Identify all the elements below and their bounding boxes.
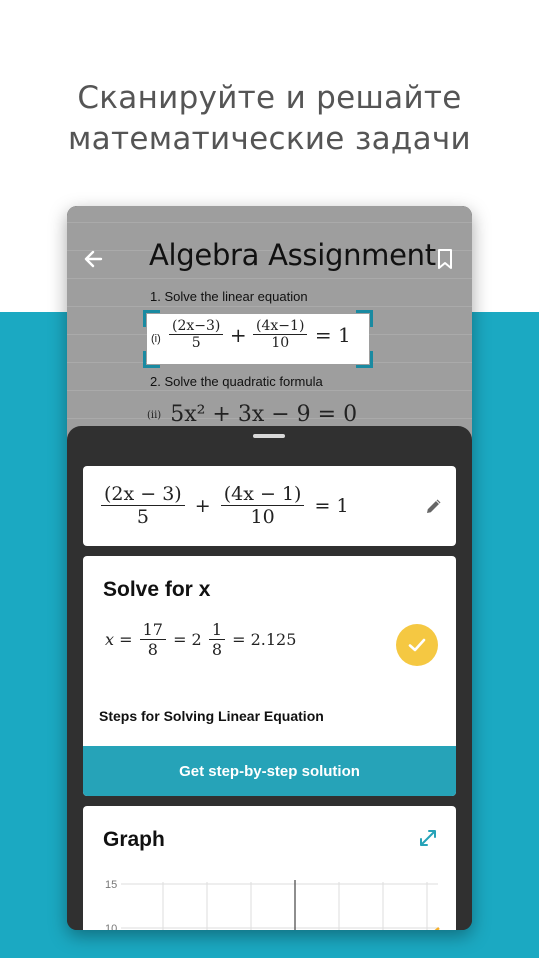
solve-title: Solve for x bbox=[103, 578, 211, 601]
scan-corner-top-right bbox=[356, 310, 373, 327]
solve-card: Solve for x x = 17 8 = 2 1 8 = 2.125 Ste… bbox=[83, 556, 456, 796]
sol-frac-1-den: 8 bbox=[147, 640, 158, 659]
eq-rhs: = 1 bbox=[314, 494, 349, 517]
y-tick-15: 15 bbox=[105, 879, 117, 891]
graph-plot[interactable]: 15 10 bbox=[83, 872, 456, 930]
steps-label: Steps for Solving Linear Equation bbox=[99, 708, 324, 724]
solution-fraction-2: 1 8 bbox=[208, 620, 226, 659]
graph-card[interactable]: Graph 15 10 bbox=[83, 806, 456, 930]
question-2-label: (ii) bbox=[147, 409, 162, 421]
arrow-left-icon bbox=[84, 250, 103, 268]
scan-plus: + bbox=[229, 322, 247, 347]
back-button[interactable] bbox=[81, 246, 107, 272]
question-2-expression: (ii) 5x² + 3x − 9 = 0 bbox=[147, 402, 357, 427]
question-2-equation: 5x² + 3x − 9 = 0 bbox=[170, 402, 358, 427]
verified-badge bbox=[396, 624, 438, 666]
scan-frac-1-den: 5 bbox=[191, 335, 201, 351]
scan-corner-bottom-left bbox=[143, 351, 160, 368]
sol-frac-2-num: 1 bbox=[211, 620, 223, 639]
solution-result: = 2.125 bbox=[232, 630, 297, 649]
eq-frac-1-num: (2x − 3) bbox=[104, 483, 182, 505]
scan-fraction-1: (2x−3) 5 bbox=[169, 318, 224, 351]
headline-line-2: математические задачи bbox=[67, 121, 471, 157]
bookmark-button[interactable] bbox=[437, 248, 453, 270]
y-tick-10: 10 bbox=[105, 923, 117, 930]
graph-title: Graph bbox=[103, 828, 165, 851]
scanned-paper: Algebra Assignment 1. Solve the linear e… bbox=[67, 206, 472, 446]
solution-mixed-whole: = 2 bbox=[173, 630, 202, 649]
eq-frac-2-den: 10 bbox=[250, 506, 275, 528]
sol-frac-2-den: 8 bbox=[211, 640, 223, 659]
scan-corner-bottom-right bbox=[356, 351, 373, 368]
eq-fraction-2: (4x − 1) 10 bbox=[220, 483, 305, 528]
edit-button[interactable] bbox=[424, 496, 444, 516]
assignment-title: Algebra Assignment bbox=[149, 238, 436, 272]
equation-card[interactable]: (2x − 3) 5 + (4x − 1) 10 = 1 bbox=[83, 466, 456, 546]
recognized-equation: (2x − 3) 5 + (4x − 1) 10 = 1 bbox=[101, 483, 353, 528]
bookmark-icon bbox=[438, 249, 452, 269]
eq-plus: + bbox=[194, 494, 211, 517]
question-2-text: 2. Solve the quadratic formula bbox=[150, 374, 323, 389]
scan-frac-1-num: (2x−3) bbox=[172, 318, 221, 334]
scan-rhs: = 1 bbox=[314, 322, 351, 347]
headline: Сканируйте и решайте математические зада… bbox=[0, 78, 539, 160]
phone-screen: Algebra Assignment 1. Solve the linear e… bbox=[67, 206, 472, 930]
headline-line-1: Сканируйте и решайте bbox=[77, 80, 462, 116]
scan-corner-top-left bbox=[143, 310, 160, 327]
sol-frac-1-num: 17 bbox=[142, 620, 163, 639]
scan-frac-2-num: (4x−1) bbox=[256, 318, 305, 334]
scanned-equation: (2x−3) 5 + (4x−1) 10 = 1 bbox=[169, 318, 351, 351]
eq-fraction-1: (2x − 3) 5 bbox=[101, 483, 185, 528]
eq-frac-2-num: (4x − 1) bbox=[223, 483, 302, 505]
expand-graph-button[interactable] bbox=[418, 828, 438, 848]
check-icon bbox=[408, 638, 426, 652]
question-1-text: 1. Solve the linear equation bbox=[150, 289, 308, 304]
eq-frac-1-den: 5 bbox=[136, 506, 149, 528]
graph-gridlines bbox=[121, 882, 438, 930]
scan-selection-box[interactable]: (i) (2x−3) 5 + (4x−1) 10 = 1 bbox=[143, 310, 373, 368]
solution-fraction-1: 17 8 bbox=[139, 620, 166, 659]
solution-expression: x = 17 8 = 2 1 8 = 2.125 bbox=[103, 620, 298, 659]
drag-handle[interactable] bbox=[253, 434, 285, 438]
expand-icon bbox=[420, 830, 436, 846]
results-sheet[interactable]: (2x − 3) 5 + (4x − 1) 10 = 1 Solve for x… bbox=[67, 426, 472, 930]
pencil-icon bbox=[427, 499, 441, 513]
scan-fraction-2: (4x−1) 10 bbox=[253, 318, 308, 351]
step-by-step-button[interactable]: Get step-by-step solution bbox=[83, 746, 456, 796]
question-1-label: (i) bbox=[151, 333, 161, 345]
scan-frac-2-den: 10 bbox=[271, 335, 290, 351]
solution-lhs: x = bbox=[105, 630, 133, 649]
